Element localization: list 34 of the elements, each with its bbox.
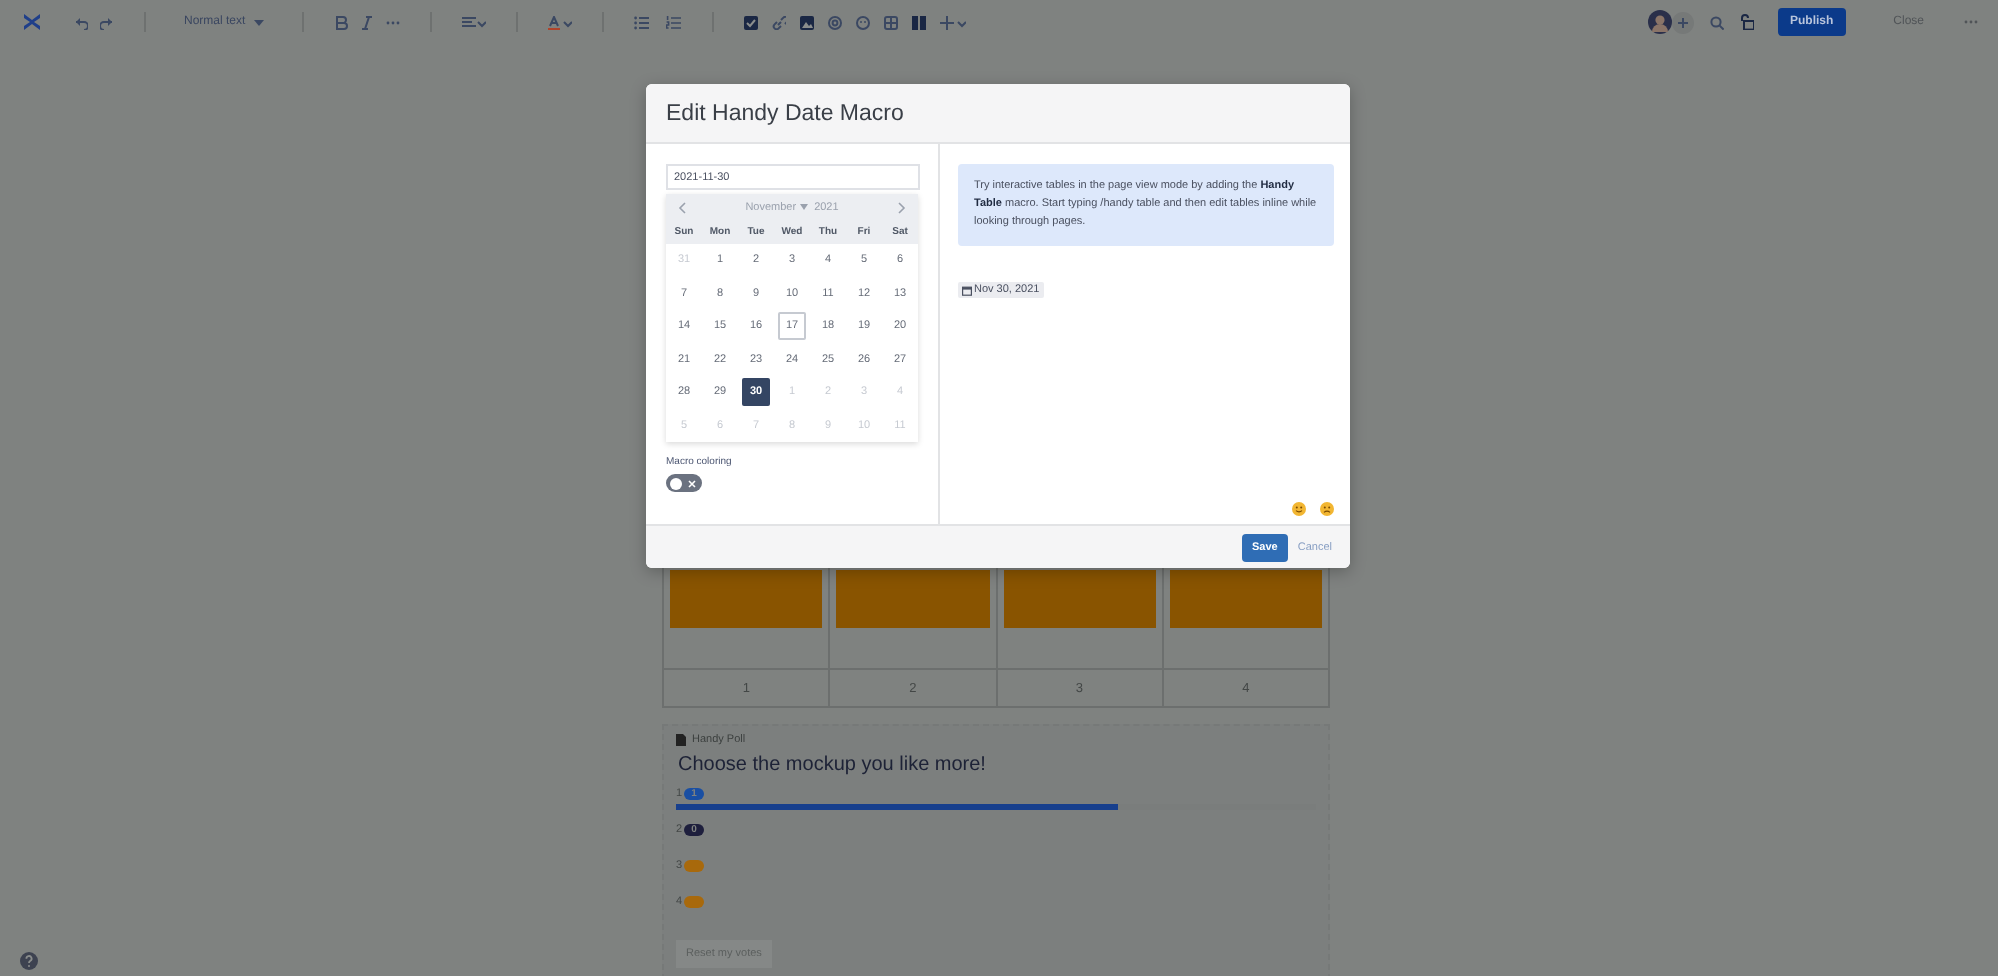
avatar-icon[interactable] — [1647, 10, 1672, 34]
help-icon[interactable] — [20, 952, 38, 970]
checkbox-icon[interactable] — [743, 15, 758, 29]
smile-icon[interactable] — [1292, 502, 1306, 516]
text-color-icon[interactable] — [547, 15, 572, 29]
macro-coloring-toggle[interactable] — [666, 474, 702, 492]
redo-icon[interactable] — [100, 15, 114, 29]
link-icon[interactable] — [771, 15, 786, 29]
poll-question: Choose the mockup you like more! — [678, 754, 988, 778]
next-month-icon[interactable] — [898, 201, 906, 213]
caret-icon — [253, 19, 264, 25]
align-icon[interactable] — [461, 15, 486, 29]
app-logo-icon[interactable] — [22, 12, 42, 32]
bold-icon[interactable] — [333, 15, 348, 29]
add-person-icon[interactable] — [1671, 11, 1694, 33]
document-icon — [676, 734, 686, 746]
lock-icon[interactable] — [1739, 14, 1754, 30]
bullet-list-icon[interactable] — [633, 15, 650, 29]
columns-icon[interactable] — [911, 15, 926, 29]
undo-icon[interactable] — [74, 15, 88, 29]
emoji-icon[interactable] — [855, 15, 870, 29]
image-icon[interactable] — [799, 15, 814, 29]
sad-face-icon[interactable] — [1320, 502, 1334, 516]
insert-plus-icon[interactable] — [939, 15, 966, 29]
table-icon[interactable] — [883, 15, 898, 29]
italic-icon[interactable] — [359, 15, 374, 29]
cross-icon — [688, 479, 696, 487]
search-icon[interactable] — [1709, 15, 1724, 29]
calendar-icon — [962, 285, 972, 295]
previous-month-icon[interactable] — [678, 201, 686, 213]
numbered-list-icon[interactable] — [665, 15, 682, 29]
dialog-title: Edit Handy Date Macro — [666, 101, 904, 125]
mention-icon[interactable] — [827, 15, 842, 29]
caret-icon — [800, 204, 809, 210]
